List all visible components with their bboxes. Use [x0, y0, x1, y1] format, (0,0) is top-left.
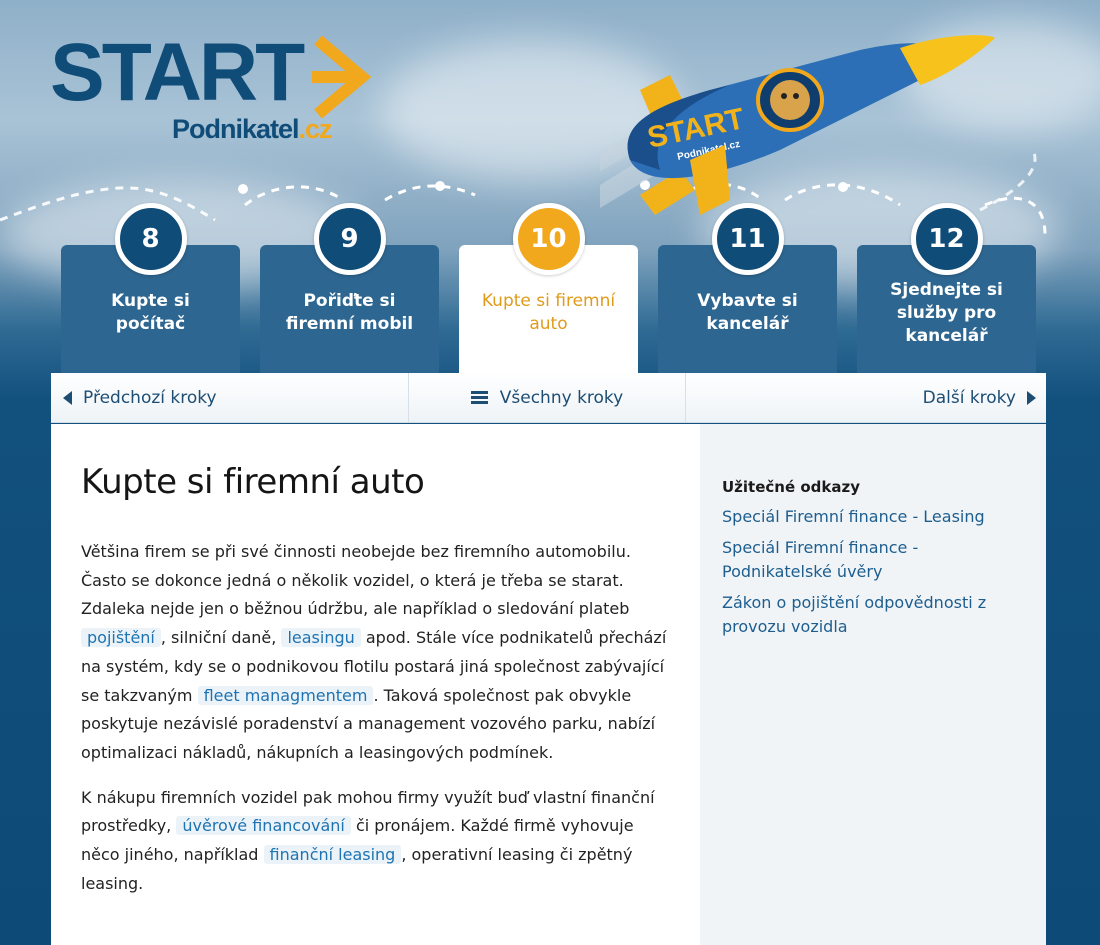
sidebar-link-uvery[interactable]: Speciál Firemní finance - Podnikatelské … [722, 536, 1024, 584]
step-label: Sjednejte si služby pro kancelář [890, 279, 1003, 346]
step-number-badge[interactable]: 11 [711, 203, 784, 275]
step-nav-bar: Předchozí kroky Všechny kroky Další krok… [51, 373, 1046, 423]
step-label: Pořiďte si firemní mobil [285, 291, 414, 334]
link-financni-leasing[interactable]: finanční leasing [263, 845, 402, 865]
link-uverove-financovani[interactable]: úvěrové financování [176, 816, 351, 836]
site-logo[interactable]: START Podnikatel.cz [50, 28, 380, 148]
triangle-right-icon [1027, 390, 1036, 405]
link-leasingu[interactable]: leasingu [281, 628, 361, 648]
article-paragraph: K nákupu firemních vozidel pak mohou fir… [81, 787, 655, 893]
step-number-badge[interactable]: 10 [512, 203, 585, 275]
step-label: Vybavte si kancelář [697, 291, 798, 334]
useful-links-sidebar: Užitečné odkazy Speciál Firemní finance … [700, 424, 1046, 945]
logo-start-text: START [50, 27, 305, 118]
logo-arrow-icon [312, 36, 372, 118]
triangle-left-icon [63, 390, 72, 405]
previous-steps-link[interactable]: Předchozí kroky [51, 373, 409, 422]
article-paragraph: Většina firem se při své činnosti neobej… [81, 542, 667, 762]
sidebar-link-zakon[interactable]: Zákon o pojištění odpovědnosti z provozu… [722, 591, 1024, 639]
sidebar-heading: Užitečné odkazy [722, 478, 861, 496]
link-pojisteni[interactable]: pojištění [81, 628, 161, 648]
logo-subtitle: Podnikatel.cz [172, 114, 333, 144]
step-label: Kupte si firemní auto [481, 291, 616, 334]
menu-icon [470, 389, 488, 406]
link-fleet-managmentem[interactable]: fleet managmentem [197, 685, 374, 705]
next-steps-link[interactable]: Další kroky [686, 373, 1046, 422]
all-steps-link[interactable]: Všechny kroky [409, 373, 686, 422]
step-number-badge[interactable]: 8 [114, 203, 187, 275]
sidebar-link-leasing[interactable]: Speciál Firemní finance - Leasing [722, 505, 1024, 529]
step-number-badge[interactable]: 12 [910, 203, 983, 275]
step-label: Kupte si počítač [111, 291, 190, 334]
rocket-illustration: START Podnikatel.cz [600, 35, 995, 215]
article: Kupte si firemní auto Většina firem se p… [51, 424, 700, 945]
article-title: Kupte si firemní auto [81, 462, 425, 502]
step-number-badge[interactable]: 9 [313, 203, 386, 275]
